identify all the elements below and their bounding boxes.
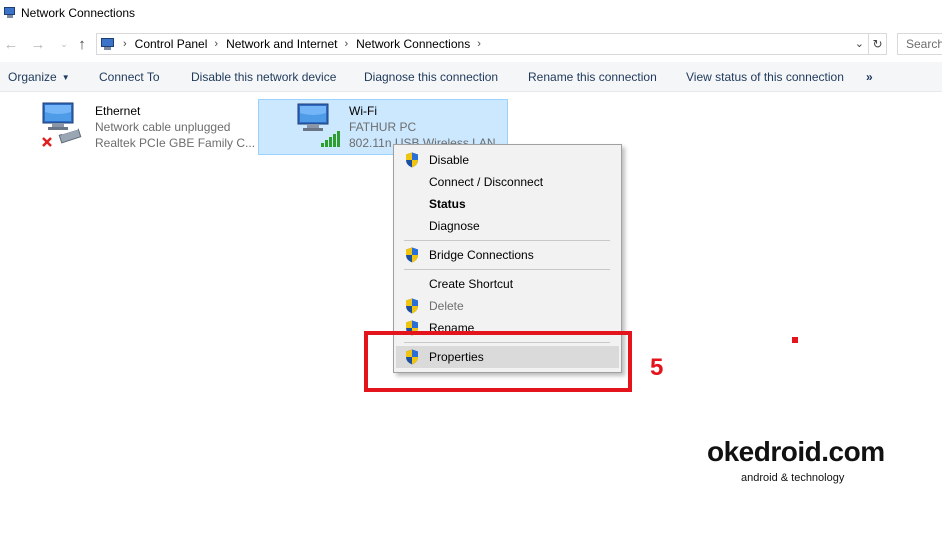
window-title: Network Connections (21, 6, 136, 20)
menu-separator (404, 269, 610, 270)
back-arrow-icon[interactable]: ← (2, 34, 20, 54)
menu-item-label: Status (429, 197, 466, 211)
view-status-button[interactable]: View status of this connection (686, 70, 844, 84)
breadcrumb-separator-icon[interactable]: › (214, 38, 218, 50)
rename-button[interactable]: Rename this connection (528, 70, 657, 84)
title-bar: Network Connections (0, 0, 942, 26)
organize-button[interactable]: Organize ▼ (8, 70, 70, 84)
watermark-tagline: android & technology (741, 472, 845, 484)
breadcrumb-control-panel[interactable]: Control Panel (135, 37, 208, 51)
menu-item-create-shortcut[interactable]: Create Shortcut (396, 273, 619, 295)
uac-shield-icon (406, 247, 418, 263)
wifi-adapter-icon (297, 103, 340, 147)
more-commands-chevron-icon[interactable]: » (866, 70, 873, 84)
menu-item-label: Delete (429, 299, 464, 313)
menu-item-delete: Delete (396, 295, 619, 317)
forward-arrow-icon[interactable]: → (29, 34, 47, 54)
menu-item-disable[interactable]: Disable (396, 149, 619, 171)
disable-device-button[interactable]: Disable this network device (191, 70, 336, 84)
address-dropdown-chevron-icon[interactable]: ⌄ (855, 37, 864, 50)
diagnose-button[interactable]: Diagnose this connection (364, 70, 498, 84)
ethernet-adapter-icon (42, 102, 82, 147)
control-panel-icon (100, 37, 116, 51)
breadcrumb-network-connections[interactable]: Network Connections (356, 37, 470, 51)
dropdown-caret-icon: ▼ (61, 73, 70, 82)
connect-to-button[interactable]: Connect To (99, 70, 160, 84)
step-number: 5 (650, 354, 664, 381)
menu-item-label: Diagnose (429, 219, 480, 233)
menu-item-diagnose[interactable]: Diagnose (396, 215, 619, 237)
breadcrumb-separator-icon[interactable]: › (123, 38, 127, 50)
uac-shield-icon (406, 298, 418, 314)
breadcrumb-network-and-internet[interactable]: Network and Internet (226, 37, 337, 51)
search-input[interactable]: Search (897, 33, 942, 55)
network-connections-icon (4, 7, 16, 19)
recent-locations-chevron-icon[interactable]: ⌄ (55, 34, 73, 54)
connection-ethernet[interactable]: Ethernet Network cable unplugged Realtek… (40, 100, 255, 156)
breadcrumb-separator-icon[interactable]: › (344, 38, 348, 50)
menu-item-bridge-connections[interactable]: Bridge Connections (396, 244, 619, 266)
connection-name: Wi-Fi (349, 104, 377, 118)
menu-item-label: Disable (429, 153, 470, 167)
highlight-box (364, 331, 632, 392)
refresh-icon[interactable]: ↻ (869, 33, 887, 55)
address-bar[interactable]: › Control Panel › Network and Internet ›… (96, 33, 869, 55)
menu-item-status[interactable]: Status (396, 193, 619, 215)
up-arrow-icon[interactable]: ↑ (73, 34, 91, 54)
menu-separator (404, 240, 610, 241)
menu-item-connect-disconnect[interactable]: Connect / Disconnect (396, 171, 619, 193)
menu-item-label: Bridge Connections (429, 248, 534, 262)
breadcrumb-separator-icon[interactable]: › (477, 38, 481, 50)
organize-label: Organize (8, 70, 57, 84)
connection-status: FATHUR PC (349, 120, 417, 134)
uac-shield-icon (406, 152, 418, 168)
red-marker-dot (792, 337, 798, 343)
address-row: ← → ⌄ ↑ › Control Panel › Network and In… (0, 30, 942, 58)
command-bar: Organize ▼ Connect To Disable this networ… (0, 62, 942, 92)
menu-item-label: Create Shortcut (429, 277, 514, 291)
connection-name: Ethernet (95, 104, 141, 118)
watermark-brand: okedroid.com (707, 436, 885, 467)
connection-status: Network cable unplugged (95, 120, 231, 134)
menu-item-label: Connect / Disconnect (429, 175, 544, 189)
connection-device: Realtek PCIe GBE Family C... (95, 136, 256, 150)
